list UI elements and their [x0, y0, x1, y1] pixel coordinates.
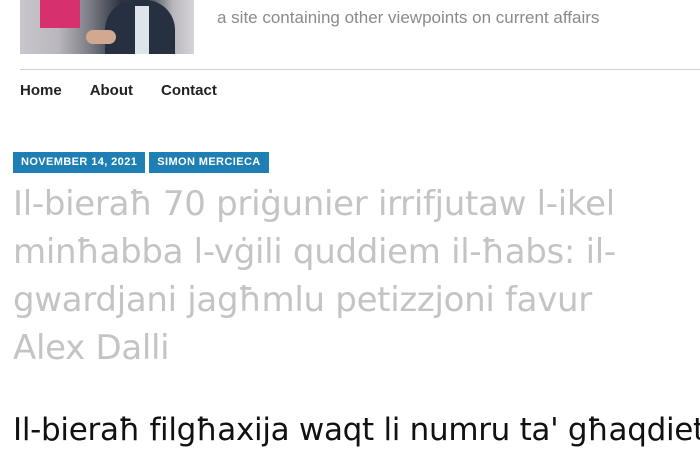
site-tagline: a site containing other viewpoints on cu… — [217, 8, 600, 27]
main-nav: Home About Contact — [20, 82, 217, 99]
header-image-hand — [86, 30, 116, 44]
post-author-badge[interactable]: SIMON MERCIECA — [149, 152, 269, 173]
nav-item-about[interactable]: About — [90, 82, 133, 99]
post-title: Il-bieraħ 70 priġunier irrifjutaw l-ikel… — [13, 184, 616, 368]
header-divider — [20, 69, 700, 70]
nav-item-home[interactable]: Home — [20, 82, 62, 99]
header-image-shirt — [135, 6, 149, 54]
nav-item-contact[interactable]: Contact — [161, 82, 217, 99]
header-image-pink-panel — [40, 0, 80, 28]
post-date-badge[interactable]: NOVEMBER 14, 2021 — [13, 152, 146, 173]
post-subheading: Il-bieraħ filgħaxija waqt li numru ta' g… — [13, 412, 700, 448]
post-meta: NOVEMBER 14, 2021 SIMON MERCIECA — [13, 152, 269, 173]
header-image — [20, 0, 194, 54]
